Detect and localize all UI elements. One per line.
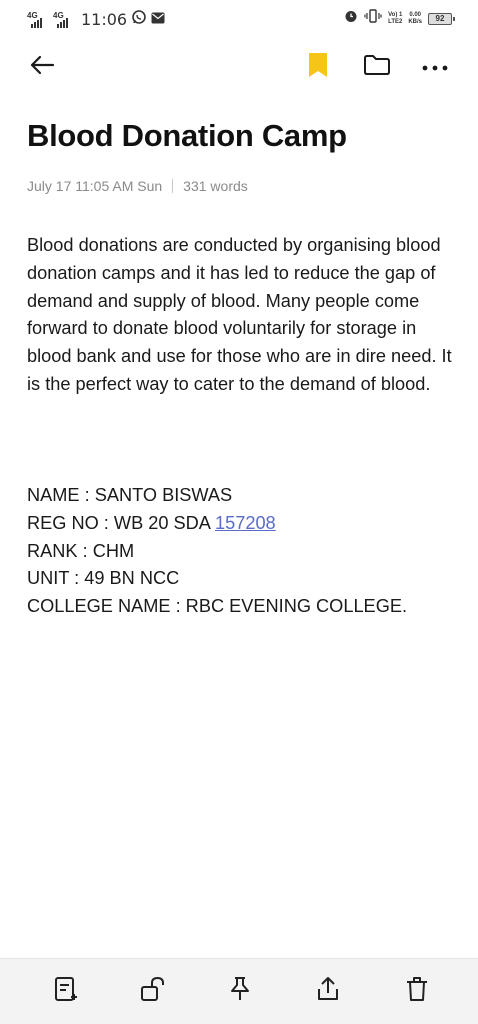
note-date: July 17 11:05 AM Sun xyxy=(27,178,163,194)
share-icon xyxy=(316,976,340,1007)
volte-top-label: Vo) 1 xyxy=(388,11,403,18)
vibrate-icon xyxy=(364,9,382,28)
speed-value: 0.00 xyxy=(409,11,421,18)
whatsapp-icon xyxy=(131,9,147,30)
back-arrow-icon xyxy=(29,54,55,81)
pin-button[interactable] xyxy=(225,976,255,1006)
more-options-button[interactable] xyxy=(420,52,450,82)
back-button[interactable] xyxy=(27,52,57,82)
reg-no-line: REG NO : WB 20 SDA 157208 xyxy=(27,510,457,538)
bookmark-icon xyxy=(307,52,329,83)
word-count: 331 words xyxy=(183,178,248,194)
bottom-action-bar xyxy=(0,958,478,1024)
mail-icon xyxy=(151,11,165,29)
battery-icon: 92 xyxy=(428,12,455,25)
folder-icon xyxy=(363,54,391,81)
meta-divider xyxy=(172,179,174,193)
rank-line: RANK : CHM xyxy=(27,540,135,561)
speed-unit: KB/s xyxy=(408,18,422,25)
pin-icon xyxy=(228,976,252,1007)
bookmark-button[interactable] xyxy=(303,52,333,82)
status-bar: 4G 4G 11:06 Vo) 1 LTE2 0.00 KB/s 92 xyxy=(0,0,478,36)
signal-sim1-icon: 4G xyxy=(27,11,49,28)
note-title[interactable]: Blood Donation Camp xyxy=(27,118,347,154)
share-button[interactable] xyxy=(313,976,343,1006)
note-toolbar xyxy=(0,44,478,90)
note-body-paragraph[interactable]: Blood donations are conducted by organis… xyxy=(27,232,457,399)
status-left: 4G 4G 11:06 xyxy=(27,9,165,30)
volte-bottom-label: LTE2 xyxy=(388,18,403,25)
reg-no-prefix: REG NO : WB 20 SDA xyxy=(27,512,215,533)
unlock-icon xyxy=(140,976,166,1007)
delete-button[interactable] xyxy=(402,976,432,1006)
signal-sim2-icon: 4G xyxy=(53,11,75,28)
folder-button[interactable] xyxy=(362,52,392,82)
name-line: NAME : SANTO BISWAS xyxy=(27,485,233,505)
more-icon xyxy=(422,58,448,76)
unit-line: UNIT : 49 BN NCC xyxy=(27,568,180,589)
college-line: COLLEGE NAME : RBC EVENING COLLEGE. xyxy=(27,596,408,617)
status-right: Vo) 1 LTE2 0.00 KB/s 92 xyxy=(344,9,455,28)
alarm-icon xyxy=(344,9,358,28)
note-details[interactable]: NAME : SANTO BISWAS REG NO : WB 20 SDA 1… xyxy=(27,482,457,621)
clock: 11:06 xyxy=(81,10,128,29)
reg-number-link[interactable]: 157208 xyxy=(215,513,276,533)
edit-note-icon xyxy=(54,976,78,1007)
note-meta: July 17 11:05 AM Sun 331 words xyxy=(27,178,248,194)
edit-note-button[interactable] xyxy=(51,976,81,1006)
volte-indicator: Vo) 1 LTE2 xyxy=(388,12,402,26)
unlock-button[interactable] xyxy=(138,976,168,1006)
delete-icon xyxy=(405,976,429,1007)
network-speed: 0.00 KB/s xyxy=(408,12,422,26)
